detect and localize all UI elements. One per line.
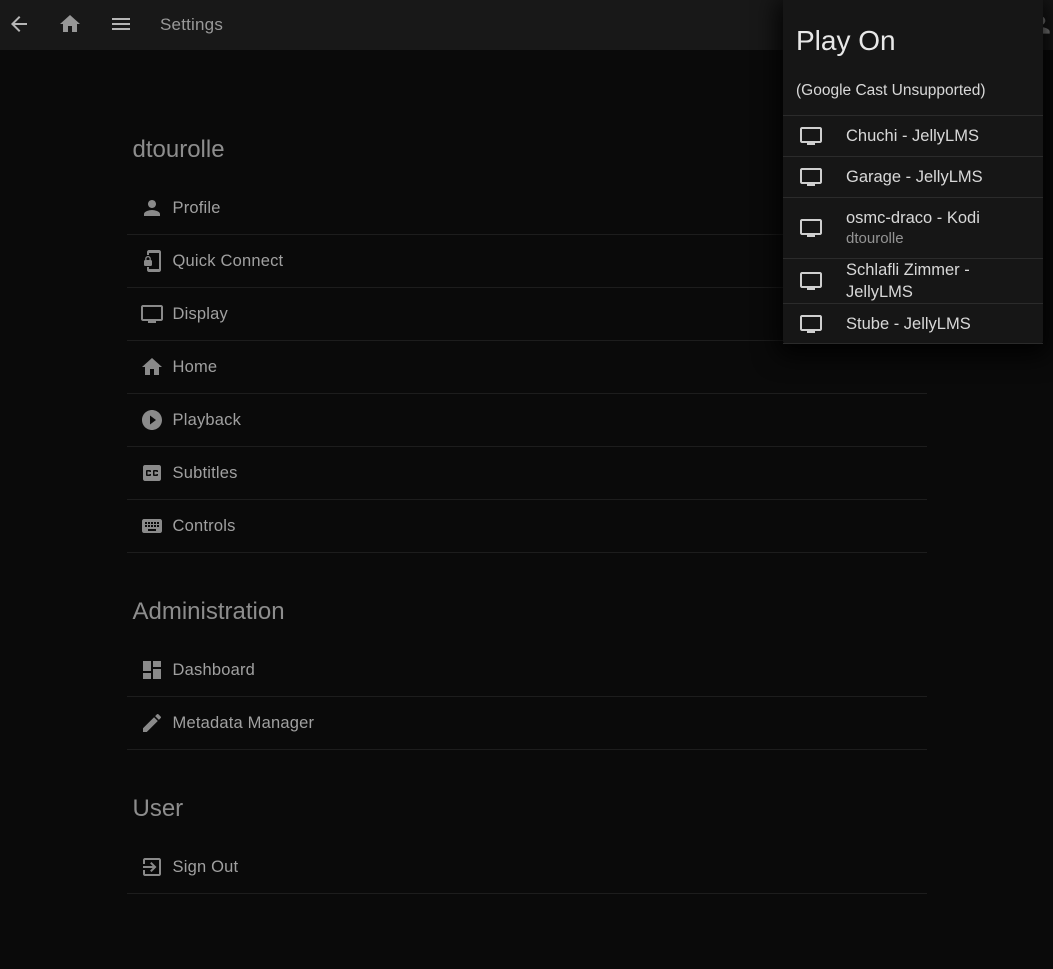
- keyboard-icon: [140, 514, 164, 538]
- tv-icon: [799, 269, 823, 293]
- settings-item-label: Metadata Manager: [173, 714, 315, 733]
- dashboard-icon: [140, 658, 164, 682]
- section-item-list: Dashboard Metadata Manager: [127, 644, 927, 750]
- phonelink-lock-icon: [140, 249, 164, 273]
- device-name: Garage - JellyLMS: [846, 166, 983, 188]
- device-name: Schlafli Zimmer - JellyLMS: [846, 259, 1033, 303]
- tv-icon: [799, 124, 823, 148]
- page-title: Settings: [160, 15, 223, 35]
- settings-section: Administration Dashboard Metadata Manage…: [127, 595, 927, 750]
- play-on-title: Play On: [796, 24, 1029, 58]
- arrow-back-icon: [7, 12, 31, 39]
- settings-item-subtitles[interactable]: Subtitles: [127, 447, 927, 500]
- hamburger-menu-icon: [109, 12, 133, 39]
- exit-icon: [140, 855, 164, 879]
- device-user: dtourolle: [846, 229, 980, 249]
- settings-item-label: Sign Out: [173, 858, 239, 877]
- back-button[interactable]: [6, 12, 32, 38]
- settings-item-controls[interactable]: Controls: [127, 500, 927, 553]
- settings-item-dashboard[interactable]: Dashboard: [127, 644, 927, 697]
- section-item-list: Sign Out: [127, 841, 927, 894]
- edit-icon: [140, 711, 164, 735]
- settings-item-label: Display: [173, 305, 229, 324]
- device-name: osmc-draco - Kodi: [846, 207, 980, 229]
- play-circle-icon: [140, 408, 164, 432]
- tv-icon: [799, 312, 823, 336]
- home-button[interactable]: [57, 12, 83, 38]
- closed-caption-icon: [140, 461, 164, 485]
- play-on-device-osmc-draco-kodi[interactable]: osmc-draco - Kodi dtourolle: [783, 197, 1043, 258]
- section-heading: User: [133, 792, 927, 825]
- settings-item-label: Controls: [173, 517, 236, 536]
- settings-item-playback[interactable]: Playback: [127, 394, 927, 447]
- settings-section: User Sign Out: [127, 792, 927, 894]
- tv-icon: [140, 302, 164, 326]
- settings-item-home[interactable]: Home: [127, 341, 927, 394]
- menu-button[interactable]: [108, 12, 134, 38]
- cast-unsupported-note: (Google Cast Unsupported): [796, 81, 1029, 100]
- tv-icon: [799, 216, 823, 240]
- settings-item-label: Quick Connect: [173, 252, 284, 271]
- home-icon: [140, 355, 164, 379]
- play-on-device-stube-jellylms[interactable]: Stube - JellyLMS: [783, 303, 1043, 344]
- settings-item-label: Home: [173, 358, 218, 377]
- settings-item-metadata-manager[interactable]: Metadata Manager: [127, 697, 927, 750]
- play-on-device-garage-jellylms[interactable]: Garage - JellyLMS: [783, 156, 1043, 197]
- settings-item-label: Dashboard: [173, 661, 256, 680]
- tv-icon: [799, 165, 823, 189]
- play-on-popup: Play On (Google Cast Unsupported) Chuchi…: [783, 0, 1043, 344]
- person-icon: [140, 196, 164, 220]
- play-on-device-list: Chuchi - JellyLMS Garage - JellyLMS osmc…: [783, 115, 1043, 344]
- device-name: Chuchi - JellyLMS: [846, 125, 979, 147]
- play-on-device-chuchi-jellylms[interactable]: Chuchi - JellyLMS: [783, 115, 1043, 156]
- device-name: Stube - JellyLMS: [846, 313, 971, 335]
- settings-item-label: Playback: [173, 411, 242, 430]
- home-icon: [58, 12, 82, 39]
- settings-item-sign-out[interactable]: Sign Out: [127, 841, 927, 894]
- settings-item-label: Profile: [173, 199, 221, 218]
- section-heading: Administration: [133, 595, 927, 628]
- play-on-device-schlafli-zimmer-jellylms[interactable]: Schlafli Zimmer - JellyLMS: [783, 258, 1043, 303]
- settings-item-label: Subtitles: [173, 464, 238, 483]
